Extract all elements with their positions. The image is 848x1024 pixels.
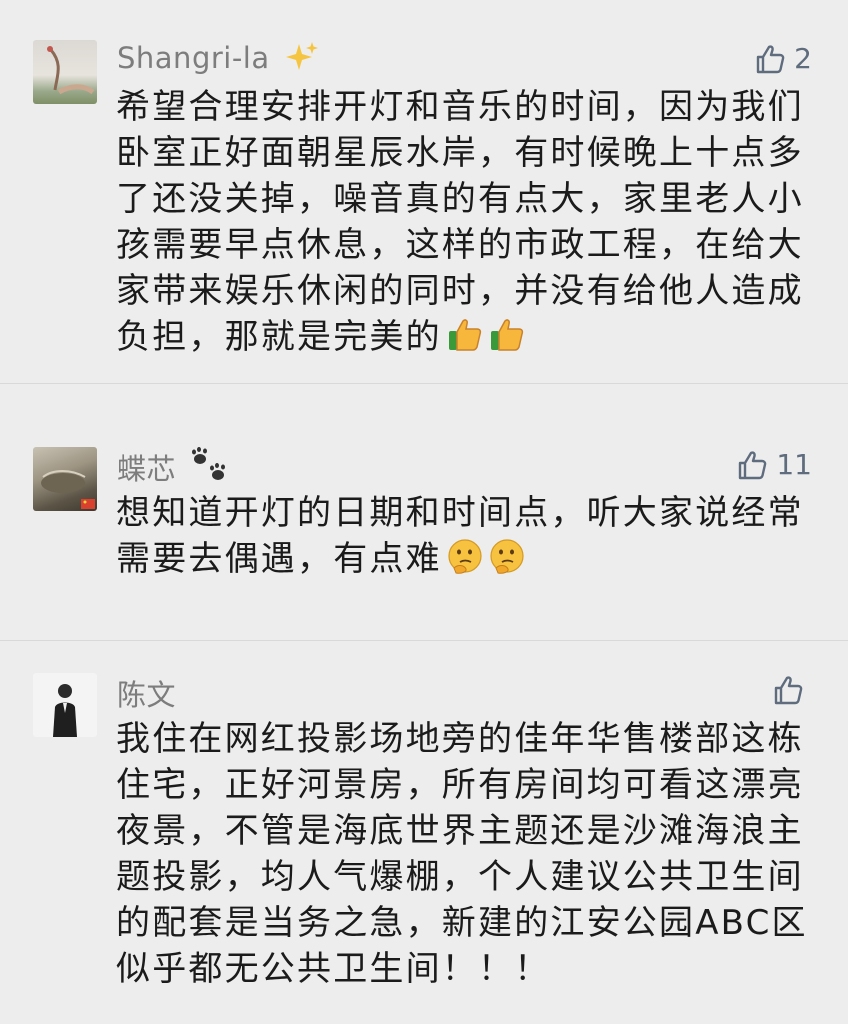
thinking-face-emoji [488, 538, 526, 588]
comment-text: 我住在网红投影场地旁的佳年华售楼部这栋住宅，正好河景房，所有房间均可看这漂亮夜景… [116, 719, 808, 989]
thumbs-up-outline-icon [754, 43, 786, 75]
thinking-face-emoji [446, 538, 484, 588]
avatar[interactable] [33, 673, 97, 737]
thumbs-up-outline-icon [772, 674, 804, 706]
like-button[interactable] [772, 674, 812, 706]
like-button[interactable]: 2 [754, 42, 812, 75]
username[interactable]: Shangri-la [117, 40, 319, 81]
like-count: 11 [776, 448, 812, 481]
like-count: 2 [794, 42, 812, 75]
paw-prints-icon [190, 447, 230, 492]
thumbs-up-emoji [488, 316, 526, 366]
thumbs-up-outline-icon [736, 449, 768, 481]
comment-text: 想知道开灯的日期和时间点，听大家说经常需要去偶遇，有点难 [116, 490, 816, 588]
avatar[interactable] [33, 40, 97, 104]
like-button[interactable]: 11 [736, 448, 812, 481]
username[interactable]: 陈文 [117, 672, 176, 714]
username[interactable]: 蝶芯 [117, 446, 230, 492]
comment-item: 蝶芯 11 想知道开灯的日期和时间点，听大家说经常需要去偶遇，有点难 [0, 384, 848, 624]
comment-text: 希望合理安排开灯和音乐的时间，因为我们卧室正好面朝星辰水岸，有时候晚上十点多了还… [116, 84, 816, 366]
comment-item: Shangri-la 2 希望合理安排开灯和音乐的时间，因为我们卧室正好面朝星辰… [0, 0, 848, 383]
sparkles-icon [283, 40, 319, 81]
avatar[interactable] [33, 447, 97, 511]
comment-item: 陈文 我住在网红投影场地旁的佳年华售楼部这栋住宅，正好河景房，所有房间均可看这漂… [0, 641, 848, 1024]
thumbs-up-emoji [446, 316, 484, 366]
